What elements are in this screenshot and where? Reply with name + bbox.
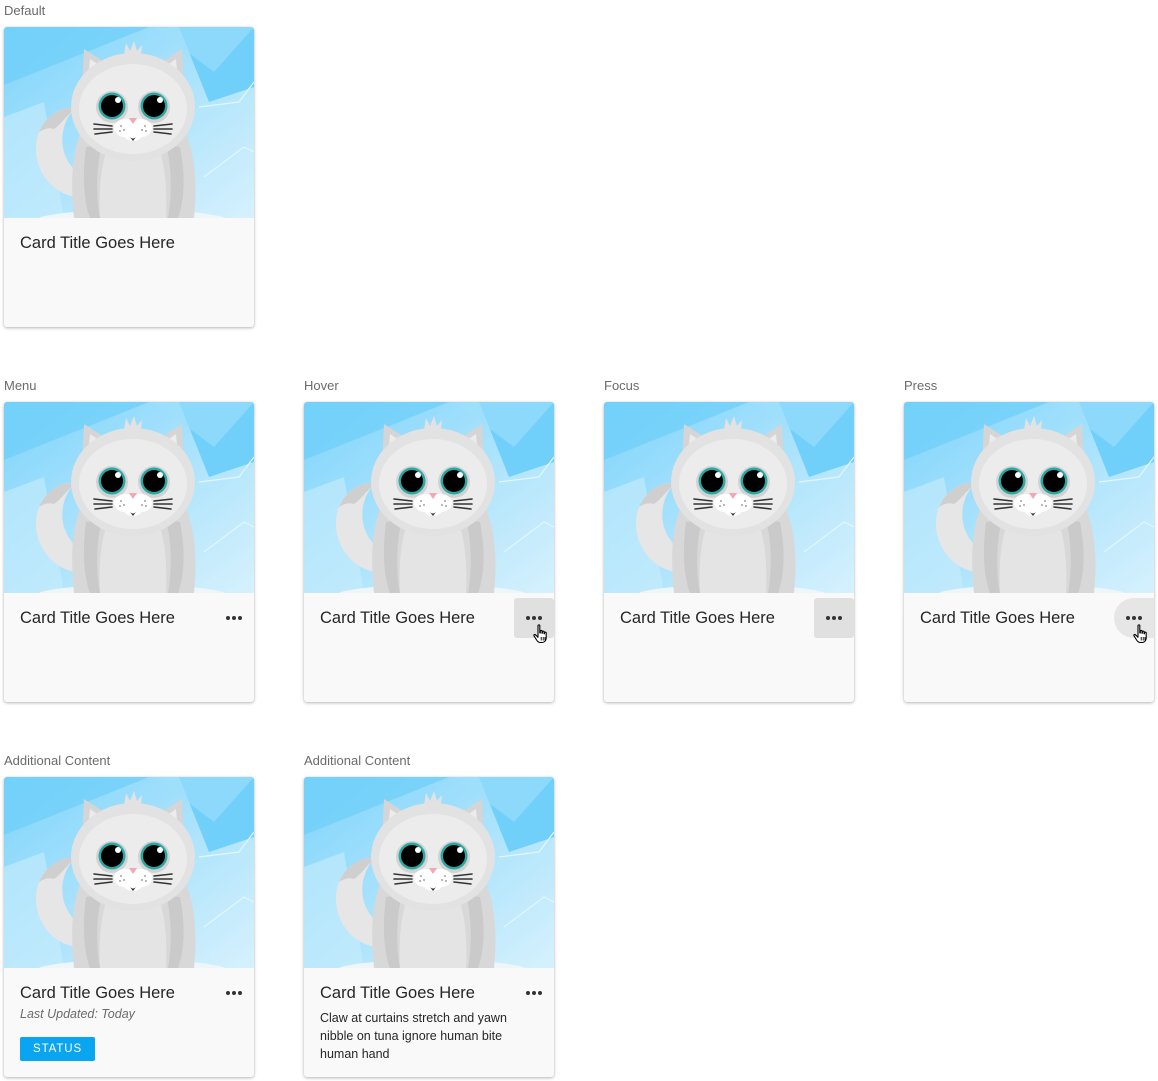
card-focus[interactable]: Card Title Goes Here (604, 402, 854, 702)
card-title: Card Title Goes Here (20, 984, 175, 1002)
section-label-additional-content: Additional Content (304, 753, 411, 768)
more-horizontal-icon (525, 615, 543, 621)
cat-illustration (304, 777, 554, 968)
cat-illustration (4, 777, 254, 968)
card-body-text: Claw at curtains stretch and yawn nibble… (320, 1011, 507, 1061)
card-title: Card Title Goes Here (20, 609, 175, 627)
cat-illustration (904, 402, 1154, 593)
card-menu-button[interactable] (214, 598, 254, 638)
card-menu-button[interactable] (214, 973, 254, 1013)
cat-illustration (4, 402, 254, 593)
hand-pointer-icon (532, 624, 550, 644)
hand-pointer-icon (1132, 624, 1150, 644)
cat-illustration (604, 402, 854, 593)
section-label-additional-content: Additional Content (4, 753, 111, 768)
card-additional-content-status[interactable]: Card Title Goes Here Last Updated: Today… (4, 777, 254, 1077)
card-menu-button[interactable] (814, 598, 854, 638)
cat-illustration (4, 27, 254, 218)
card-title: Card Title Goes Here (320, 984, 475, 1002)
card-title: Card Title Goes Here (20, 234, 175, 252)
more-horizontal-icon (225, 990, 243, 996)
card-title: Card Title Goes Here (920, 609, 1075, 627)
status-badge: STATUS (20, 1037, 96, 1061)
section-label-press: Press (904, 378, 938, 393)
card-menu-button[interactable] (514, 973, 554, 1013)
more-horizontal-icon (825, 615, 843, 621)
section-label-hover: Hover (304, 378, 339, 393)
card-title: Card Title Goes Here (320, 609, 475, 627)
card-title: Card Title Goes Here (620, 609, 775, 627)
cat-illustration (304, 402, 554, 593)
card-menu[interactable]: Card Title Goes Here (4, 402, 254, 702)
card-press[interactable]: Card Title Goes Here (904, 402, 1154, 702)
section-label-focus: Focus (604, 378, 640, 393)
card-subtitle: Last Updated: Today (20, 1007, 135, 1021)
card-additional-content-body[interactable]: Card Title Goes Here Claw at curtains st… (304, 777, 554, 1077)
more-horizontal-icon (525, 990, 543, 996)
more-horizontal-icon (225, 615, 243, 621)
card-default[interactable]: Card Title Goes Here (4, 27, 254, 327)
card-hover[interactable]: Card Title Goes Here (304, 402, 554, 702)
section-label-menu: Menu (4, 378, 37, 393)
more-horizontal-icon (1125, 615, 1143, 621)
section-label-default: Default (4, 3, 46, 18)
